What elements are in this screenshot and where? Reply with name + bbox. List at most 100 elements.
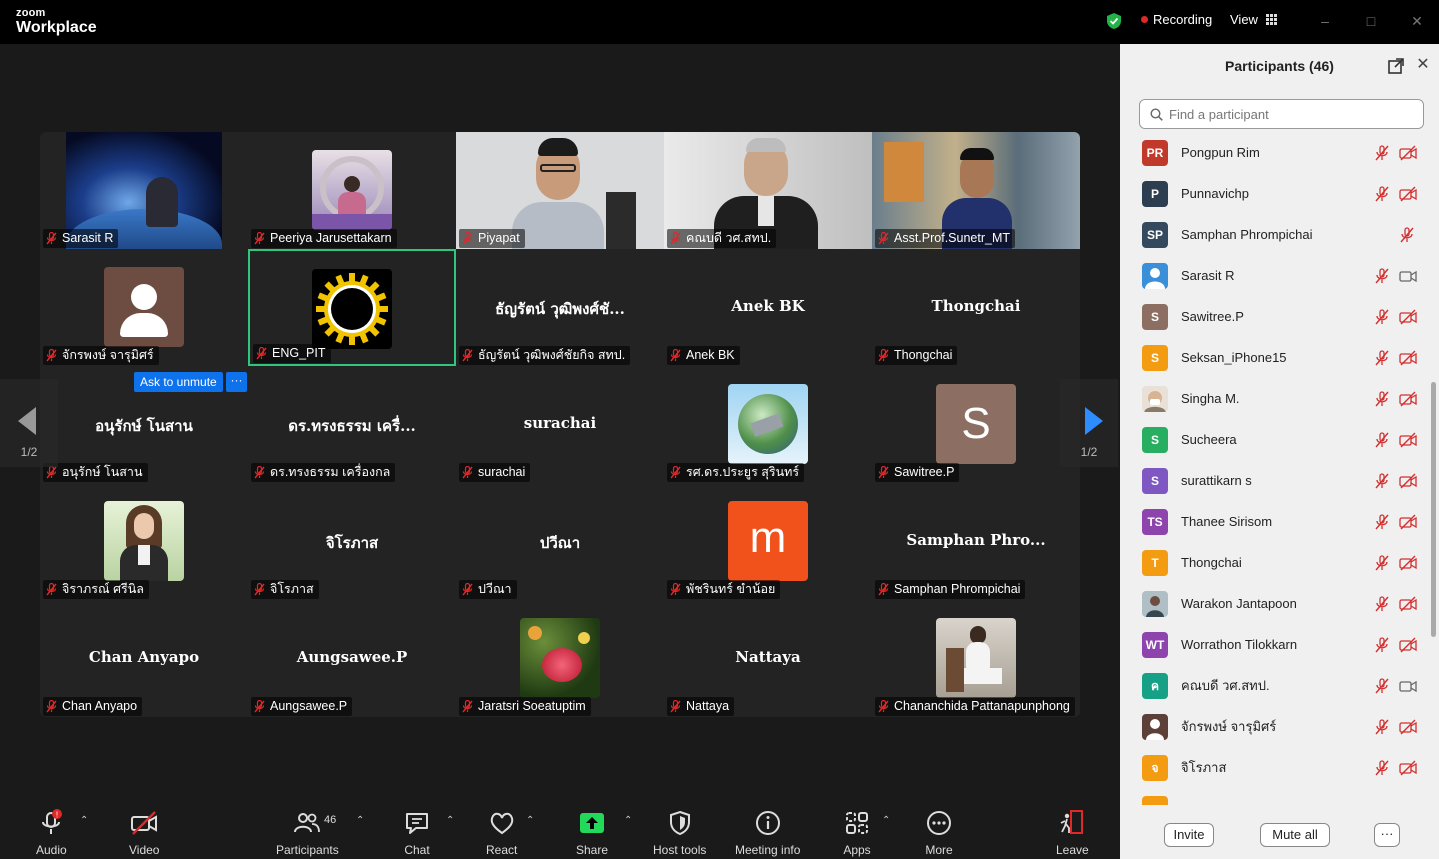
next-page-button[interactable]: 1/2 bbox=[1060, 379, 1118, 467]
video-tile[interactable]: Thongchai Thongchai bbox=[872, 249, 1080, 366]
muted-mic-icon[interactable] bbox=[1374, 144, 1390, 161]
video-tile[interactable]: Sarasit R bbox=[40, 132, 248, 249]
close-panel-icon[interactable]: ✕ bbox=[1414, 56, 1432, 74]
view-button[interactable]: View bbox=[1230, 12, 1277, 27]
muted-mic-icon[interactable] bbox=[1399, 226, 1415, 243]
participants-options-caret[interactable]: ⌃ bbox=[356, 815, 364, 826]
video-off-icon[interactable] bbox=[1399, 309, 1417, 325]
participant-list[interactable]: PR Pongpun Rim P Punnavichp SP Samphan Phromp… bbox=[1120, 132, 1439, 805]
panel-more-button[interactable]: ··· bbox=[1374, 823, 1400, 847]
audio-button[interactable]: ! Audio bbox=[36, 809, 67, 857]
audio-options-caret[interactable]: ⌃ bbox=[80, 815, 88, 826]
participant-row[interactable]: S Sawitree.P bbox=[1120, 296, 1430, 337]
muted-mic-icon[interactable] bbox=[1374, 308, 1390, 325]
video-tile[interactable]: ธัญรัตน์ วุฒิพงศ์ชั... ธัญรัตน์ วุฒิพงศ์ช… bbox=[456, 249, 664, 366]
react-options-caret[interactable]: ⌃ bbox=[526, 815, 534, 826]
video-tile[interactable]: ENG_PIT bbox=[248, 249, 456, 366]
video-tile[interactable]: Jaratsri Soeatuptim bbox=[456, 600, 664, 717]
video-off-icon[interactable] bbox=[1399, 555, 1417, 571]
video-tile[interactable]: จิโรภาส จิโรภาส bbox=[248, 483, 456, 600]
muted-mic-icon[interactable] bbox=[1374, 595, 1390, 612]
video-off-icon[interactable] bbox=[1399, 596, 1417, 612]
leave-button[interactable]: Leave bbox=[1056, 809, 1089, 857]
muted-mic-icon[interactable] bbox=[1374, 636, 1390, 653]
participant-row[interactable]: T Thongchai bbox=[1120, 542, 1430, 583]
muted-mic-icon[interactable] bbox=[1374, 759, 1390, 776]
video-tile[interactable]: Aungsawee.P Aungsawee.P bbox=[248, 600, 456, 717]
video-tile[interactable]: จักรพงษ์ จารุมิศร์ bbox=[40, 249, 248, 366]
video-tile[interactable]: Peeriya Jarusettakarn bbox=[248, 132, 456, 249]
chat-options-caret[interactable]: ⌃ bbox=[446, 815, 454, 826]
video-on-icon[interactable] bbox=[1399, 678, 1417, 694]
participant-row[interactable]: P Punnavichp bbox=[1120, 173, 1430, 214]
participant-row-partial[interactable] bbox=[1120, 788, 1430, 805]
react-button[interactable]: React bbox=[486, 809, 517, 857]
video-on-icon[interactable] bbox=[1399, 268, 1417, 284]
video-off-icon[interactable] bbox=[1399, 760, 1417, 776]
participant-row[interactable]: Warakon Jantapoon bbox=[1120, 583, 1430, 624]
participant-row[interactable]: WT Worrathon Tilokkarn bbox=[1120, 624, 1430, 665]
video-tile[interactable]: Anek BK Anek BK bbox=[664, 249, 872, 366]
video-tile[interactable]: ดร.ทรงธรรม เครื่... ดร.ทรงธรรม เครื่องกล bbox=[248, 366, 456, 483]
muted-mic-icon[interactable] bbox=[1374, 677, 1390, 694]
encryption-shield-icon[interactable] bbox=[1105, 12, 1123, 30]
muted-mic-icon[interactable] bbox=[1374, 513, 1390, 530]
video-off-icon[interactable] bbox=[1399, 391, 1417, 407]
muted-mic-icon[interactable] bbox=[1374, 718, 1390, 735]
participant-row[interactable]: Singha M. bbox=[1120, 378, 1430, 419]
participant-list-scrollbar[interactable] bbox=[1431, 382, 1436, 637]
apps-button[interactable]: Apps bbox=[843, 809, 871, 857]
minimize-icon[interactable]: – bbox=[1313, 10, 1337, 32]
participant-row[interactable]: S Seksan_iPhone15 bbox=[1120, 337, 1430, 378]
participant-row[interactable]: PR Pongpun Rim bbox=[1120, 132, 1430, 173]
close-window-icon[interactable]: ✕ bbox=[1405, 10, 1429, 32]
participant-row[interactable]: ค คณบดี วศ.สทป. bbox=[1120, 665, 1430, 706]
video-off-icon[interactable] bbox=[1399, 145, 1417, 161]
participant-search-input[interactable]: Find a participant bbox=[1139, 99, 1424, 129]
more-button[interactable]: More bbox=[925, 809, 953, 857]
video-tile[interactable]: Piyapat bbox=[456, 132, 664, 249]
tile-more-button[interactable]: ··· bbox=[226, 372, 247, 392]
participant-row[interactable]: S Sucheera bbox=[1120, 419, 1430, 460]
host-tools-button[interactable]: Host tools bbox=[653, 809, 706, 857]
video-off-icon[interactable] bbox=[1399, 473, 1417, 489]
participant-row[interactable]: SP Samphan Phrompichai bbox=[1120, 214, 1430, 255]
muted-mic-icon[interactable] bbox=[1374, 554, 1390, 571]
video-off-icon[interactable] bbox=[1399, 350, 1417, 366]
participant-row[interactable]: จ จิโรภาส bbox=[1120, 747, 1430, 788]
video-tile[interactable]: Samphan Phro... Samphan Phrompichai bbox=[872, 483, 1080, 600]
video-tile[interactable]: Asst.Prof.Sunetr_MT bbox=[872, 132, 1080, 249]
maximize-icon[interactable]: □ bbox=[1359, 10, 1383, 32]
muted-mic-icon[interactable] bbox=[1374, 431, 1390, 448]
ask-to-unmute-button[interactable]: Ask to unmute bbox=[134, 372, 223, 392]
video-tile[interactable]: S Sawitree.P bbox=[872, 366, 1080, 483]
video-off-icon[interactable] bbox=[1399, 186, 1417, 202]
muted-mic-icon[interactable] bbox=[1374, 185, 1390, 202]
video-tile[interactable]: คณบดี วศ.สทป. bbox=[664, 132, 872, 249]
share-button[interactable]: Share bbox=[576, 809, 608, 857]
video-off-icon[interactable] bbox=[1399, 514, 1417, 530]
chat-button[interactable]: Chat bbox=[403, 809, 431, 857]
video-tile[interactable]: ปวีณา ปวีณา bbox=[456, 483, 664, 600]
muted-mic-icon[interactable] bbox=[1374, 472, 1390, 489]
muted-mic-icon[interactable] bbox=[1374, 390, 1390, 407]
apps-options-caret[interactable]: ⌃ bbox=[882, 815, 890, 826]
participant-row[interactable]: Ssurattikarn s bbox=[1120, 460, 1430, 501]
share-options-caret[interactable]: ⌃ bbox=[624, 815, 632, 826]
video-tile[interactable]: Chan Anyapo Chan Anyapo bbox=[40, 600, 248, 717]
video-tile[interactable]: Nattaya Nattaya bbox=[664, 600, 872, 717]
video-tile[interactable]: รศ.ดร.ประยูร สุรินทร์ bbox=[664, 366, 872, 483]
video-tile[interactable]: surachai surachai bbox=[456, 366, 664, 483]
video-button[interactable]: Video bbox=[129, 809, 159, 857]
mute-all-button[interactable]: Mute all bbox=[1260, 823, 1330, 847]
participant-row[interactable]: TS Thanee Sirisom bbox=[1120, 501, 1430, 542]
meeting-info-button[interactable]: Meeting info bbox=[735, 809, 800, 857]
video-off-icon[interactable] bbox=[1399, 432, 1417, 448]
invite-button[interactable]: Invite bbox=[1164, 823, 1214, 847]
participant-row[interactable]: Sarasit R bbox=[1120, 255, 1430, 296]
video-tile[interactable]: จิราภรณ์ ศรีนิล bbox=[40, 483, 248, 600]
prev-page-button[interactable]: 1/2 bbox=[0, 379, 58, 467]
recording-indicator[interactable]: Recording bbox=[1141, 12, 1212, 27]
popout-icon[interactable] bbox=[1388, 58, 1404, 74]
video-tile[interactable]: Chananchida Pattanapunphong bbox=[872, 600, 1080, 717]
